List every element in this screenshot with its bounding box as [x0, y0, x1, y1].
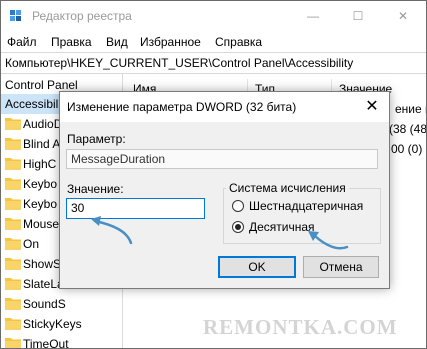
tree-item-label: Keybo — [23, 177, 58, 191]
folder-icon — [5, 278, 21, 290]
folder-icon — [5, 178, 21, 190]
tree-item-label: Blind A — [23, 137, 61, 151]
decimal-radio[interactable] — [232, 221, 244, 233]
folder-icon — [5, 138, 21, 150]
value-cell[interactable]: (38 (48) — [389, 122, 426, 136]
folder-icon — [5, 238, 21, 250]
folder-icon — [5, 298, 21, 310]
radio-dot — [235, 224, 241, 230]
dialog-close-button[interactable]: ✕ — [361, 96, 383, 118]
tree-item-label: SlateLa — [23, 277, 64, 291]
folder-icon — [5, 198, 21, 210]
menu-file[interactable]: Файл — [7, 35, 37, 49]
tree-item-label: StickyKeys — [23, 317, 82, 331]
registry-editor-icon — [10, 10, 21, 21]
window-title: Редактор реестра — [32, 9, 132, 23]
tree-item-label: HighC — [23, 157, 57, 171]
address-bar[interactable]: Компьютер\HKEY_CURRENT_USER\Control Pane… — [1, 52, 426, 74]
parameter-name-field: MessageDuration — [66, 149, 378, 169]
tree-item-label: On — [23, 237, 40, 251]
tree-item-label: Keybo — [23, 197, 58, 211]
menu-help[interactable]: Справка — [215, 35, 262, 49]
address-path: Компьютер\HKEY_CURRENT_USER\Control Pane… — [5, 56, 354, 70]
menu-edit[interactable]: Правка — [51, 35, 92, 49]
maximize-button[interactable]: ☐ — [338, 3, 378, 29]
tree-item-label: ShowS — [23, 257, 62, 271]
value-cell[interactable]: 00 (0) — [391, 142, 422, 156]
base-group-title: Система исчисления — [226, 181, 349, 195]
menu-view[interactable]: Вид — [106, 35, 128, 49]
folder-icon — [5, 338, 21, 348]
tree-item-label: Mouse — [23, 217, 60, 231]
value-cell[interactable]: ение не пр — [395, 102, 426, 116]
folder-icon — [5, 218, 21, 230]
watermark: REMONTKA.COM — [203, 315, 398, 339]
cancel-button[interactable]: Отмена — [303, 256, 379, 278]
dialog-title: Изменение параметра DWORD (32 бита) — [67, 100, 297, 114]
hex-radio[interactable] — [232, 200, 244, 212]
folder-icon — [5, 118, 21, 130]
folder-icon — [5, 258, 21, 270]
hex-radio-label[interactable]: Шестнадцатеричная — [249, 199, 363, 213]
tree-item-label: TimeOut — [23, 337, 69, 348]
parameter-label: Параметр: — [67, 132, 126, 146]
folder-icon — [5, 158, 21, 170]
ok-button[interactable]: OK — [218, 256, 296, 278]
dialog-title-bar: Изменение параметра DWORD (32 бита) ✕ — [60, 92, 389, 122]
menu-bar: Файл Правка Вид Избранное Справка — [1, 32, 426, 52]
minimize-button[interactable]: — — [293, 3, 333, 29]
base-groupbox — [223, 188, 381, 244]
registry-editor-window: Редактор реестра — ☐ ✕ Файл Правка Вид И… — [0, 0, 427, 349]
menu-favorites[interactable]: Избранное — [140, 35, 201, 49]
edit-dword-dialog: Изменение параметра DWORD (32 бита) ✕ Па… — [59, 91, 390, 289]
title-bar: Редактор реестра — ☐ ✕ — [1, 1, 426, 32]
folder-icon — [5, 318, 21, 330]
annotation-arrow-decimal — [308, 231, 349, 250]
annotation-arrow-value — [91, 216, 133, 245]
value-label: Значение: — [67, 182, 124, 196]
tree-item-label: AudioD — [23, 117, 63, 131]
close-window-button[interactable]: ✕ — [383, 3, 423, 29]
tree-item-label: SoundS — [23, 297, 66, 311]
